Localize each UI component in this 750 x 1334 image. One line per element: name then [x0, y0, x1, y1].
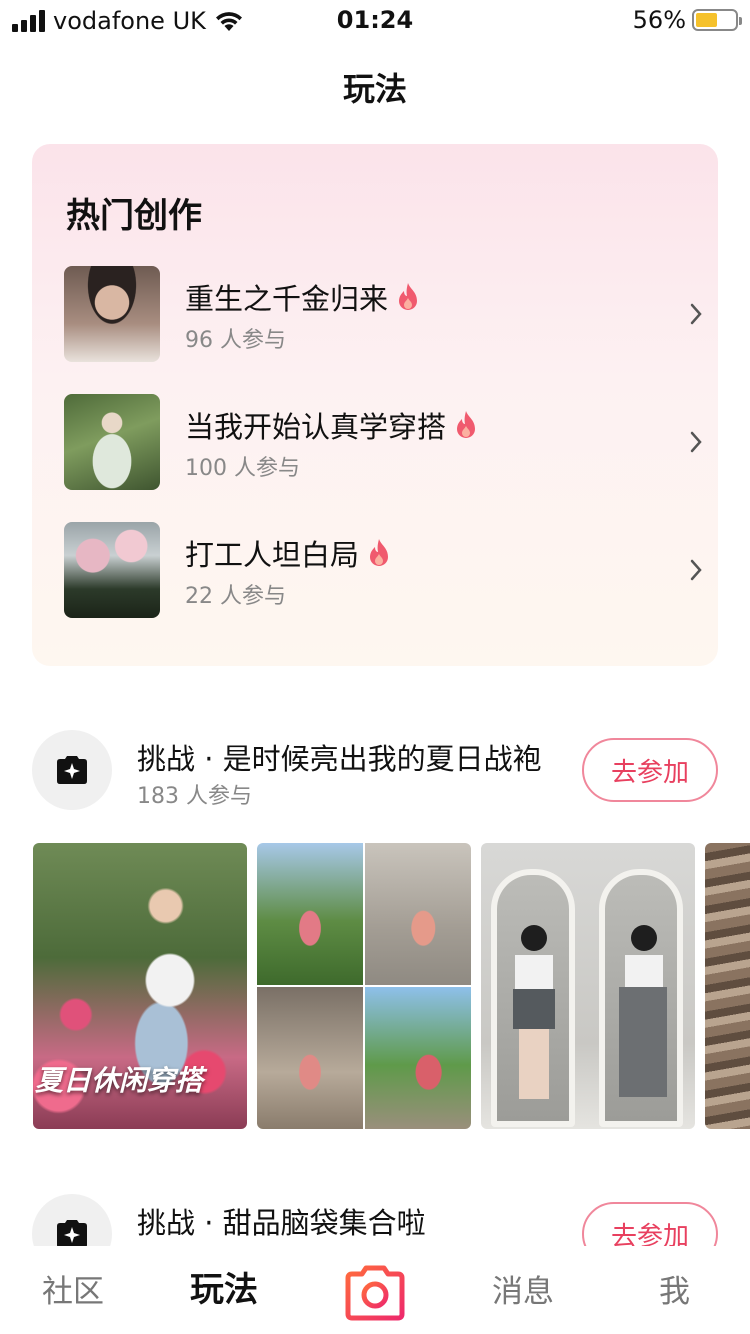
hot-item-name: 当我开始认真学穿搭 — [185, 404, 478, 446]
hot-item[interactable]: 当我开始认真学穿搭 100 人参与 — [64, 394, 704, 490]
hot-item[interactable]: 重生之千金归来 96 人参与 — [64, 266, 704, 362]
challenge-icon — [32, 730, 112, 810]
mirror-shape — [599, 869, 683, 1127]
status-bar: vodafone UK 01:24 56% — [0, 0, 750, 40]
hot-item-thumbnail — [64, 394, 160, 490]
gallery-item[interactable] — [481, 843, 695, 1129]
hot-item-name-text: 当我开始认真学穿搭 — [185, 410, 447, 444]
challenge-title: 挑战 · 是时候亮出我的夏日战袍 — [137, 742, 542, 776]
flame-icon — [399, 283, 418, 310]
gallery-image — [365, 843, 471, 985]
tab-me[interactable]: 我 — [659, 1266, 690, 1311]
hot-item-count: 96 人参与 — [185, 328, 286, 353]
chevron-right-icon — [690, 559, 702, 581]
hot-creations-card: 热门创作 重生之千金归来 96 人参与 当我开始认真学穿搭 100 人参与 打工… — [32, 144, 718, 666]
gallery-image — [705, 843, 750, 1129]
camera-icon[interactable] — [342, 1258, 408, 1324]
gallery-caption: 夏日休闲穿搭 — [35, 1064, 204, 1097]
challenge-row[interactable]: 挑战 · 是时候亮出我的夏日战袍 183 人参与 去参加 — [32, 730, 718, 810]
battery-fill — [696, 13, 718, 27]
chevron-right-icon — [690, 431, 702, 453]
flame-icon — [457, 411, 476, 438]
hot-item-thumbnail — [64, 522, 160, 618]
hot-item-name-text: 重生之千金归来 — [185, 282, 389, 316]
hot-item-count: 100 人参与 — [185, 456, 300, 481]
tab-play[interactable]: 玩法 — [190, 1262, 258, 1311]
gallery-image — [257, 987, 363, 1129]
join-challenge-button[interactable]: 去参加 — [582, 738, 718, 802]
tab-community[interactable]: 社区 — [42, 1266, 104, 1311]
mirror-shape — [491, 869, 575, 1127]
gallery-item[interactable] — [257, 843, 471, 1129]
challenge-gallery[interactable]: 夏日休闲穿搭 — [33, 843, 750, 1129]
hot-item[interactable]: 打工人坦白局 22 人参与 — [64, 522, 704, 618]
gallery-image — [365, 987, 471, 1129]
battery-percent: 56% — [632, 6, 686, 34]
challenge-title: 挑战 · 甜品脑袋集合啦 — [137, 1206, 426, 1240]
hot-item-name: 重生之千金归来 — [185, 276, 420, 318]
challenge-count: 183 人参与 — [137, 784, 252, 809]
hot-item-name-text: 打工人坦白局 — [185, 538, 360, 572]
battery-icon — [692, 9, 742, 31]
gallery-item[interactable] — [705, 843, 750, 1129]
tab-messages[interactable]: 消息 — [492, 1266, 554, 1311]
gallery-item[interactable]: 夏日休闲穿搭 — [33, 843, 247, 1129]
bottom-tab-bar: 社区 玩法 消息 我 — [0, 1246, 750, 1334]
page-title: 玩法 — [342, 70, 407, 108]
chevron-right-icon — [690, 303, 702, 325]
hot-item-count: 22 人参与 — [185, 584, 286, 609]
hot-item-name: 打工人坦白局 — [185, 532, 391, 574]
status-right: 56% — [632, 6, 742, 34]
flame-icon — [370, 539, 389, 566]
hot-section-title: 热门创作 — [66, 196, 202, 236]
gallery-image — [257, 843, 363, 985]
hot-item-thumbnail — [64, 266, 160, 362]
camera-sparkle-icon — [57, 756, 87, 784]
